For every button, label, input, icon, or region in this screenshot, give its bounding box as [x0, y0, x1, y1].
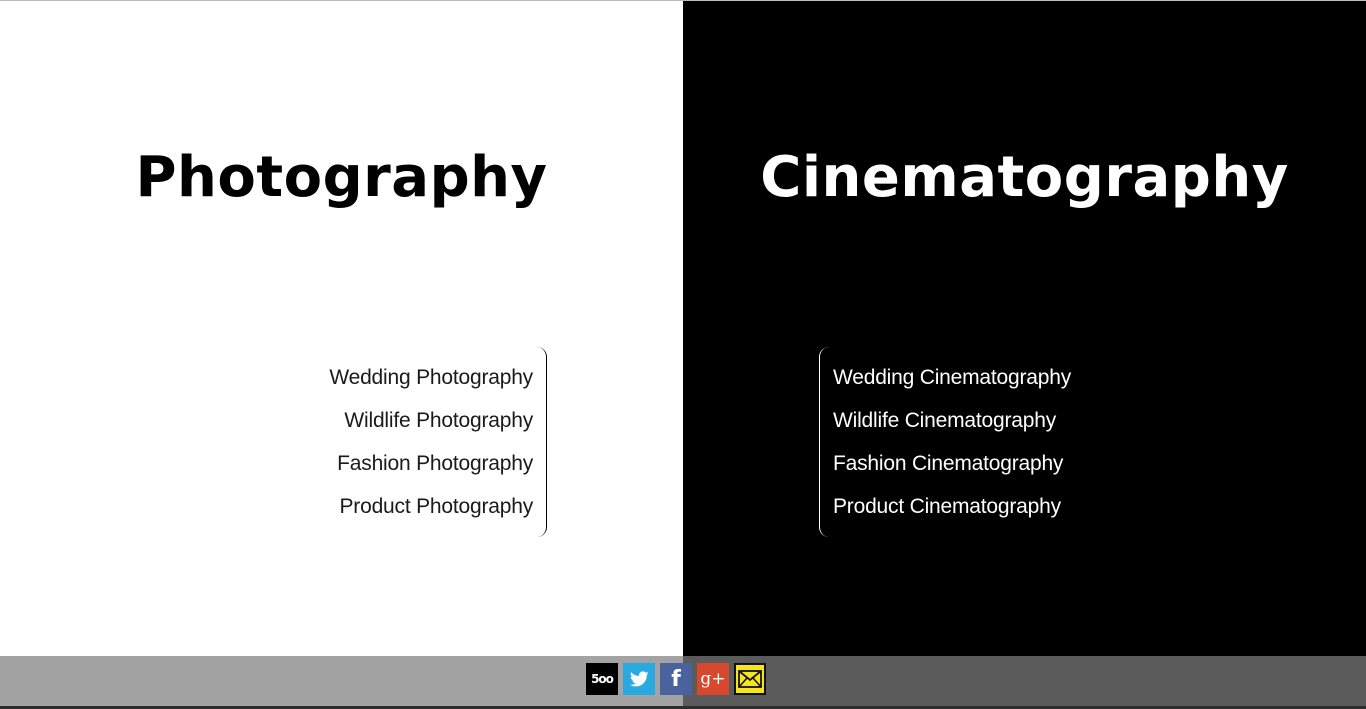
list-item[interactable]: Product Photography [300, 485, 534, 528]
social-links: 5oo f g+ [586, 663, 766, 695]
photography-panel: Photography Wedding Photography Wildlife… [0, 0, 683, 656]
twitter-icon [630, 671, 649, 687]
list-item[interactable]: Wildlife Cinematography [833, 399, 1099, 442]
wedding-photography-link[interactable]: Wedding Photography [329, 366, 533, 389]
facebook-icon: f [671, 667, 681, 692]
fashion-cinematography-link[interactable]: Fashion Cinematography [833, 452, 1063, 475]
footer-bar: 5oo f g+ [0, 656, 1366, 709]
list-item[interactable]: Fashion Photography [300, 442, 533, 485]
top-border [0, 0, 1366, 1]
list-item[interactable]: Product Cinematography [833, 485, 1099, 528]
list-item[interactable]: Wedding Cinematography [833, 356, 1099, 399]
wedding-cinematography-link[interactable]: Wedding Cinematography [833, 366, 1071, 389]
500px-icon: 5oo [591, 672, 614, 686]
facebook-link[interactable]: f [660, 663, 692, 695]
list-item[interactable]: Fashion Cinematography [833, 442, 1099, 485]
google-plus-icon: g+ [700, 669, 726, 689]
wildlife-cinematography-link[interactable]: Wildlife Cinematography [833, 409, 1056, 432]
email-icon [738, 670, 762, 688]
photography-services-list: Wedding Photography Wildlife Photography… [300, 347, 547, 537]
list-item[interactable]: Wildlife Photography [300, 399, 533, 442]
product-photography-link[interactable]: Product Photography [340, 495, 534, 518]
cinematography-panel: Cinematography Wedding Cinematography Wi… [683, 0, 1366, 656]
photography-heading: Photography [135, 145, 548, 210]
product-cinematography-link[interactable]: Product Cinematography [833, 495, 1061, 518]
500px-link[interactable]: 5oo [586, 663, 618, 695]
twitter-link[interactable] [623, 663, 655, 695]
list-item[interactable]: Wedding Photography [300, 356, 533, 399]
wildlife-photography-link[interactable]: Wildlife Photography [344, 409, 533, 432]
cinematography-heading: Cinematography [760, 145, 1289, 210]
google-plus-link[interactable]: g+ [697, 663, 729, 695]
fashion-photography-link[interactable]: Fashion Photography [337, 452, 533, 475]
cinematography-services-list: Wedding Cinematography Wildlife Cinemato… [819, 347, 1099, 537]
email-link[interactable] [734, 663, 766, 695]
